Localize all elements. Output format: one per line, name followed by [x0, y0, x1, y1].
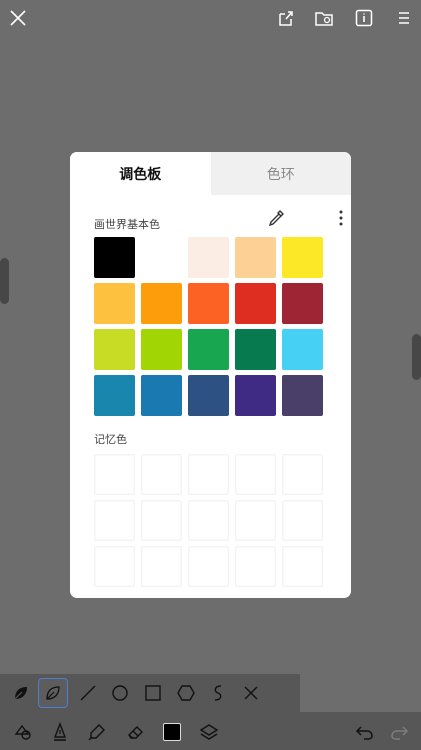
- pen-icon: [53, 722, 67, 741]
- close-button[interactable]: [4, 4, 32, 32]
- square-icon: [145, 685, 161, 701]
- color-swatch[interactable]: [282, 237, 323, 278]
- leaf-brush-tool[interactable]: [6, 678, 36, 708]
- color-swatch[interactable]: [235, 375, 276, 416]
- square-tool[interactable]: [138, 678, 168, 708]
- freehand-lasso-tool[interactable]: [38, 678, 68, 708]
- close-icon: [244, 686, 258, 700]
- palette-swatch-grid: [94, 237, 323, 416]
- eyedropper-icon: [268, 210, 284, 227]
- shapes-tool-button[interactable]: [10, 719, 36, 745]
- color-tabs: 调色板 色环: [70, 152, 351, 195]
- line-tool[interactable]: [73, 678, 103, 708]
- eraser-icon: [128, 726, 143, 739]
- memory-color-slot[interactable]: [141, 546, 182, 587]
- color-swatch[interactable]: [94, 329, 135, 370]
- menu-button[interactable]: [390, 4, 418, 32]
- color-swatch[interactable]: [235, 283, 276, 324]
- color-swatch[interactable]: [235, 329, 276, 370]
- color-swatch[interactable]: [282, 283, 323, 324]
- palette-title: 画世界基本色: [94, 218, 160, 231]
- memory-colors-title: 记忆色: [94, 433, 127, 446]
- color-swatch[interactable]: [188, 283, 229, 324]
- color-swatch[interactable]: [188, 329, 229, 370]
- color-swatch[interactable]: [188, 237, 229, 278]
- circle-icon: [112, 685, 128, 701]
- color-swatch[interactable]: [94, 375, 135, 416]
- memory-color-slot[interactable]: [282, 546, 323, 587]
- memory-swatch-grid: [94, 454, 323, 587]
- freehand-lasso-icon: [46, 686, 60, 700]
- color-swatch[interactable]: [141, 283, 182, 324]
- memory-color-slot[interactable]: [141, 500, 182, 541]
- circle-tool[interactable]: [105, 678, 135, 708]
- undo-icon: [355, 726, 373, 740]
- hexagon-icon: [177, 685, 195, 701]
- top-toolbar: [0, 0, 421, 36]
- more-options-button[interactable]: [334, 208, 348, 228]
- memory-color-slot[interactable]: [235, 454, 276, 495]
- color-swatch[interactable]: [188, 375, 229, 416]
- layers-button[interactable]: [196, 719, 222, 745]
- memory-color-slot[interactable]: [235, 546, 276, 587]
- left-slider-handle[interactable]: [0, 258, 9, 304]
- current-color-swatch: [163, 723, 181, 741]
- color-swatch[interactable]: [94, 237, 135, 278]
- color-swatch[interactable]: [141, 329, 182, 370]
- memory-color-slot[interactable]: [188, 500, 229, 541]
- line-icon: [80, 685, 96, 701]
- info-button[interactable]: [350, 4, 378, 32]
- tab-color-wheel[interactable]: 色环: [210, 152, 351, 195]
- memory-color-slot[interactable]: [235, 500, 276, 541]
- memory-color-slot[interactable]: [282, 500, 323, 541]
- curve-icon: [214, 685, 222, 701]
- curve-tool[interactable]: [203, 678, 233, 708]
- leaf-brush-icon: [14, 687, 27, 700]
- bottom-toolbar: [0, 712, 421, 750]
- layers-icon: [199, 724, 219, 740]
- color-swatch[interactable]: [282, 329, 323, 370]
- color-swatch[interactable]: [141, 237, 182, 278]
- memory-color-slot[interactable]: [188, 546, 229, 587]
- color-swatch[interactable]: [94, 283, 135, 324]
- memory-color-slot[interactable]: [188, 454, 229, 495]
- tab-palette[interactable]: 调色板: [70, 152, 211, 195]
- redo-button[interactable]: [386, 719, 412, 745]
- info-icon: [355, 9, 373, 27]
- current-color-button[interactable]: [159, 719, 185, 745]
- share-button[interactable]: [272, 4, 300, 32]
- shapes-icon: [14, 724, 31, 740]
- color-picker-panel: 调色板 色环 画世界基本色 记忆色: [70, 152, 351, 598]
- fill-icon: [88, 724, 105, 741]
- eraser-tool-button[interactable]: [123, 719, 149, 745]
- memory-color-slot[interactable]: [94, 500, 135, 541]
- color-swatch[interactable]: [282, 375, 323, 416]
- right-slider-handle[interactable]: [412, 334, 421, 380]
- pen-tool-button[interactable]: [47, 719, 73, 745]
- hexagon-tool[interactable]: [171, 678, 201, 708]
- palette-header: 画世界基本色: [94, 210, 343, 232]
- undo-button[interactable]: [352, 719, 378, 745]
- close-shape-tools-button[interactable]: [236, 678, 266, 708]
- redo-icon: [391, 726, 409, 740]
- shape-toolbar: [0, 674, 300, 712]
- color-swatch[interactable]: [141, 375, 182, 416]
- memory-color-slot[interactable]: [94, 454, 135, 495]
- fill-tool-button[interactable]: [84, 719, 110, 745]
- menu-icon: [399, 12, 409, 24]
- memory-color-slot[interactable]: [141, 454, 182, 495]
- close-icon: [10, 10, 26, 26]
- folder-icon: [315, 12, 333, 26]
- share-icon: [279, 11, 293, 26]
- folder-button[interactable]: [310, 4, 338, 32]
- memory-color-slot[interactable]: [282, 454, 323, 495]
- more-vertical-icon: [339, 210, 343, 226]
- eyedropper-button[interactable]: [266, 208, 286, 228]
- memory-color-slot[interactable]: [94, 546, 135, 587]
- color-swatch[interactable]: [235, 237, 276, 278]
